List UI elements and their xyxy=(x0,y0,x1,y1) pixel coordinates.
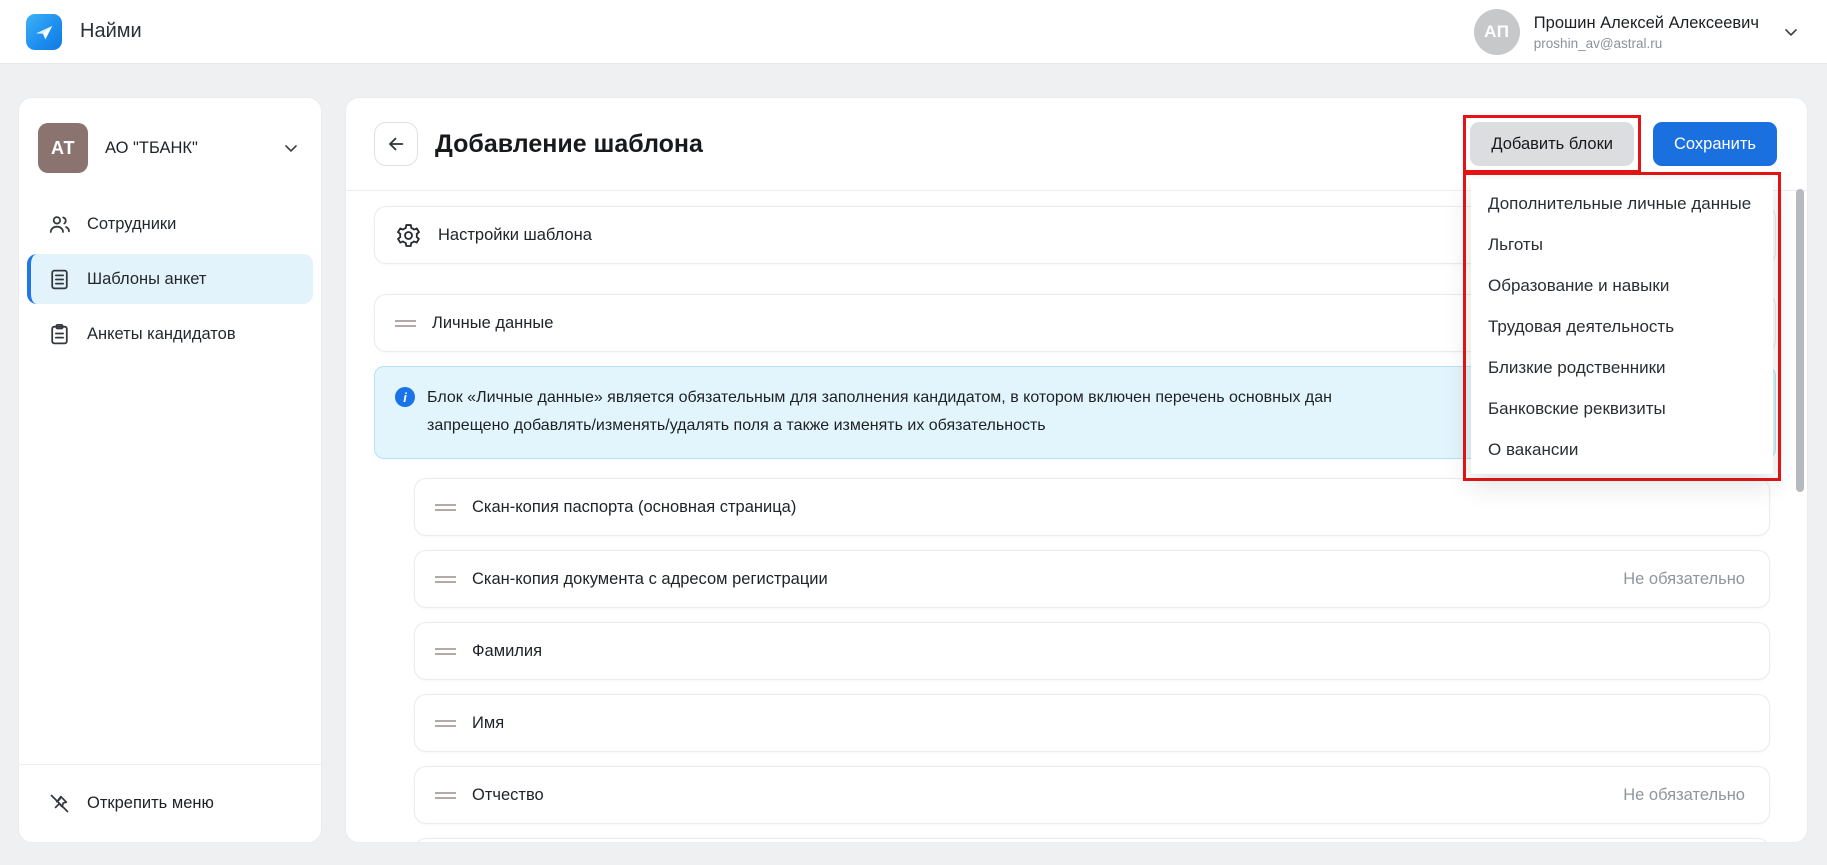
document-icon xyxy=(47,267,72,292)
drag-handle-icon[interactable] xyxy=(435,789,456,802)
sidebar-menu: Сотрудники Шаблоны анкет Анкеты кандидат… xyxy=(19,197,321,359)
info-text-line2: запрещено добавлять/изменять/удалять пол… xyxy=(427,412,1332,440)
user-email: proshin_av@astral.ru xyxy=(1534,35,1759,52)
chevron-down-icon xyxy=(281,138,301,158)
sidebar-item-clipboard[interactable]: Анкеты кандидатов xyxy=(27,309,313,359)
dropdown-item[interactable]: Образование и навыки xyxy=(1471,265,1773,306)
field-label: Скан-копия документа с адресом регистрац… xyxy=(472,570,828,589)
people-icon xyxy=(47,212,72,237)
vertical-scrollbar[interactable] xyxy=(1796,189,1804,492)
dropdown-item[interactable]: Близкие родственники xyxy=(1471,347,1773,388)
sidebar-item-people[interactable]: Сотрудники xyxy=(27,199,313,249)
save-button[interactable]: Сохранить xyxy=(1653,122,1777,166)
field-row[interactable]: Имя xyxy=(414,694,1770,752)
org-name: АО "ТБАНК" xyxy=(105,139,198,158)
drag-handle-icon[interactable] xyxy=(435,645,456,658)
dropdown-item[interactable]: Дополнительные личные данные xyxy=(1471,183,1773,224)
unpin-icon xyxy=(47,792,71,816)
block-row-label: Личные данные xyxy=(432,314,553,333)
add-blocks-button[interactable]: Добавить блоки xyxy=(1470,122,1634,166)
page-title: Добавление шаблона xyxy=(435,130,703,159)
field-row-clipped[interactable] xyxy=(414,838,1770,842)
add-blocks-annotation-box: Добавить блоки xyxy=(1463,115,1641,173)
add-blocks-dropdown: Дополнительные личные данные Льготы Обра… xyxy=(1471,179,1773,474)
info-text-line1: Блок «Личные данные» является обязательн… xyxy=(427,384,1332,412)
dropdown-item[interactable]: Льготы xyxy=(1471,224,1773,265)
sidebar-item-label: Анкеты кандидатов xyxy=(87,325,236,344)
drag-handle-icon[interactable] xyxy=(435,717,456,730)
sidebar-item-document[interactable]: Шаблоны анкет xyxy=(27,254,313,304)
template-settings-label: Настройки шаблона xyxy=(438,226,592,245)
clipboard-icon xyxy=(47,322,72,347)
back-button[interactable] xyxy=(374,122,418,166)
org-avatar: АТ xyxy=(38,123,88,173)
sidebar-spacer xyxy=(19,359,321,764)
field-label: Отчество xyxy=(472,786,544,805)
unpin-menu-button[interactable]: Открепить меню xyxy=(19,764,321,842)
field-row[interactable]: Фамилия xyxy=(414,622,1770,680)
sidebar: АТ АО "ТБАНК" Сотрудники Шаблоны анкет А… xyxy=(18,97,322,843)
header-actions: Добавить блоки Сохранить xyxy=(1463,115,1777,173)
dropdown-item[interactable]: Банковские реквизиты xyxy=(1471,388,1773,429)
main-panel: Добавление шаблона Добавить блоки Сохран… xyxy=(345,97,1808,843)
dropdown-item[interactable]: О вакансии xyxy=(1471,429,1773,470)
drag-handle-icon[interactable] xyxy=(435,501,456,514)
app-title: Найми xyxy=(80,20,142,43)
field-row[interactable]: Скан-копия паспорта (основная страница) xyxy=(414,478,1770,536)
chevron-down-icon xyxy=(1781,22,1801,42)
gear-icon xyxy=(395,222,422,249)
user-avatar: АП xyxy=(1474,9,1520,55)
optional-badge: Не обязательно xyxy=(1623,570,1745,589)
sidebar-item-label: Сотрудники xyxy=(87,215,176,234)
field-label: Скан-копия паспорта (основная страница) xyxy=(472,498,796,517)
dropdown-item[interactable]: Трудовая деятельность xyxy=(1471,306,1773,347)
app-logo-icon xyxy=(26,14,62,50)
field-label: Имя xyxy=(472,714,504,733)
unpin-label: Открепить меню xyxy=(87,794,214,813)
drag-handle-icon[interactable] xyxy=(395,317,416,330)
page-content: АТ АО "ТБАНК" Сотрудники Шаблоны анкет А… xyxy=(0,64,1827,865)
info-icon: i xyxy=(395,387,415,407)
field-row[interactable]: Отчество Не обязательно xyxy=(414,766,1770,824)
fields-list: Скан-копия паспорта (основная страница) … xyxy=(414,478,1770,842)
user-name: Прошин Алексей Алексеевич xyxy=(1534,12,1759,35)
optional-badge: Не обязательно xyxy=(1623,786,1745,805)
sidebar-item-label: Шаблоны анкет xyxy=(87,270,206,289)
topbar: Найми АП Прошин Алексей Алексеевич prosh… xyxy=(0,0,1827,64)
field-label: Фамилия xyxy=(472,642,542,661)
add-blocks-dropdown-annotation-box: Дополнительные личные данные Льготы Обра… xyxy=(1463,172,1781,481)
org-switcher[interactable]: АТ АО "ТБАНК" xyxy=(19,98,321,197)
drag-handle-icon[interactable] xyxy=(435,573,456,586)
field-row[interactable]: Скан-копия документа с адресом регистрац… xyxy=(414,550,1770,608)
user-menu[interactable]: АП Прошин Алексей Алексеевич proshin_av@… xyxy=(1474,9,1801,55)
